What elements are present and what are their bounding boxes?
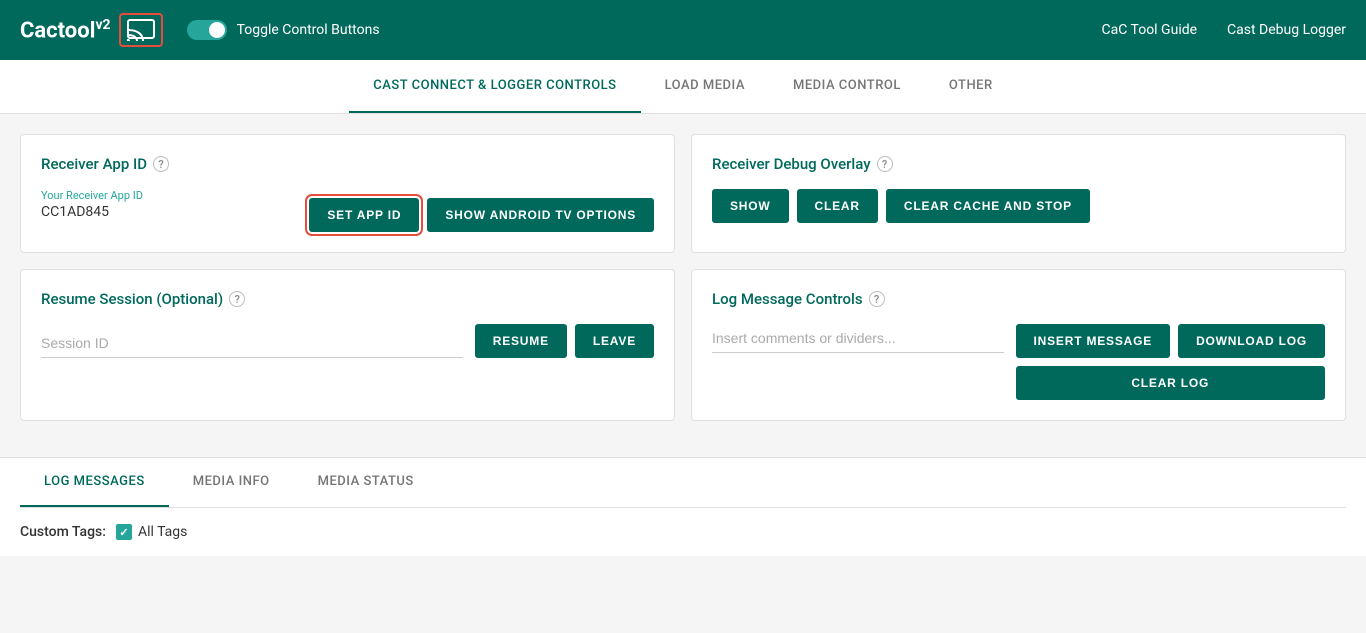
- receiver-app-input-label: Your Receiver App ID: [41, 189, 297, 202]
- insert-message-button[interactable]: INSERT MESSAGE: [1016, 324, 1171, 358]
- cast-debug-logger-link[interactable]: Cast Debug Logger: [1227, 22, 1346, 38]
- show-android-tv-button[interactable]: SHOW ANDROID TV OPTIONS: [427, 198, 654, 232]
- receiver-debug-title: Receiver Debug Overlay ?: [712, 155, 1325, 173]
- receiver-app-title: Receiver App ID ?: [41, 155, 654, 173]
- logo-text: Cactoolv2: [20, 17, 111, 43]
- resume-session-content: RESUME LEAVE: [41, 324, 654, 358]
- tab-media-status[interactable]: MEDIA STATUS: [294, 458, 438, 507]
- custom-tags-label: Custom Tags:: [20, 524, 106, 540]
- receiver-app-input-value: CC1AD845: [41, 204, 297, 220]
- app-header: Cactoolv2 Toggle Control Buttons CaC Too…: [0, 0, 1366, 60]
- cast-icon-box[interactable]: [119, 13, 163, 47]
- show-button[interactable]: SHOW: [712, 189, 789, 223]
- resume-session-title: Resume Session (Optional) ?: [41, 290, 654, 308]
- log-message-card: Log Message Controls ? INSERT MESSAGE DO…: [691, 269, 1346, 421]
- cac-tool-guide-link[interactable]: CaC Tool Guide: [1102, 22, 1198, 38]
- log-top-buttons: INSERT MESSAGE DOWNLOAD LOG: [1016, 324, 1325, 358]
- log-controls-row: INSERT MESSAGE DOWNLOAD LOG CLEAR LOG: [712, 324, 1325, 400]
- receiver-app-help-icon[interactable]: ?: [153, 156, 169, 172]
- log-message-help-icon[interactable]: ?: [869, 291, 885, 307]
- log-message-title: Log Message Controls ?: [712, 290, 1325, 308]
- bottom-section: LOG MESSAGES MEDIA INFO MEDIA STATUS Cus…: [0, 457, 1366, 556]
- clear-button[interactable]: CLEAR: [797, 189, 878, 223]
- tab-other[interactable]: OTHER: [925, 60, 1017, 113]
- log-input-section: [712, 324, 1004, 353]
- tab-media-control[interactable]: MEDIA CONTROL: [769, 60, 925, 113]
- tab-media-info[interactable]: MEDIA INFO: [169, 458, 294, 507]
- receiver-debug-buttons: SHOW CLEAR CLEAR CACHE AND STOP: [712, 189, 1325, 223]
- resume-session-help-icon[interactable]: ?: [229, 291, 245, 307]
- log-buttons-section: INSERT MESSAGE DOWNLOAD LOG CLEAR LOG: [1016, 324, 1325, 400]
- custom-tags-row: Custom Tags: All Tags: [20, 508, 1346, 556]
- toggle-switch[interactable]: [187, 20, 227, 40]
- log-comment-input[interactable]: [712, 324, 1004, 353]
- resume-session-card: Resume Session (Optional) ? RESUME LEAVE: [20, 269, 675, 421]
- session-id-input[interactable]: [41, 329, 463, 358]
- header-nav: CaC Tool Guide Cast Debug Logger: [1102, 22, 1347, 38]
- clear-cache-button[interactable]: CLEAR CACHE AND STOP: [886, 189, 1090, 223]
- bottom-cards-row: Resume Session (Optional) ? RESUME LEAVE…: [20, 269, 1346, 421]
- download-log-button[interactable]: DOWNLOAD LOG: [1178, 324, 1325, 358]
- logo-section: Cactoolv2: [20, 13, 163, 47]
- bottom-tabs: LOG MESSAGES MEDIA INFO MEDIA STATUS: [20, 458, 1346, 508]
- set-app-id-button[interactable]: SET APP ID: [309, 198, 419, 232]
- session-id-section: [41, 329, 463, 358]
- receiver-debug-card: Receiver Debug Overlay ? SHOW CLEAR CLEA…: [691, 134, 1346, 253]
- leave-button[interactable]: LEAVE: [575, 324, 654, 358]
- receiver-debug-help-icon[interactable]: ?: [877, 156, 893, 172]
- main-nav: CAST CONNECT & LOGGER CONTROLS LOAD MEDI…: [0, 60, 1366, 114]
- receiver-app-buttons: SET APP ID SHOW ANDROID TV OPTIONS: [309, 198, 654, 232]
- toggle-label: Toggle Control Buttons: [237, 22, 380, 38]
- toggle-section: Toggle Control Buttons: [187, 20, 380, 40]
- receiver-app-card: Receiver App ID ? Your Receiver App ID C…: [20, 134, 675, 253]
- resume-button[interactable]: RESUME: [475, 324, 567, 358]
- resume-buttons: RESUME LEAVE: [475, 324, 654, 358]
- tab-load-media[interactable]: LOAD MEDIA: [641, 60, 769, 113]
- top-cards-row: Receiver App ID ? Your Receiver App ID C…: [20, 134, 1346, 253]
- all-tags-label: All Tags: [138, 524, 187, 540]
- tab-cast-connect[interactable]: CAST CONNECT & LOGGER CONTROLS: [349, 60, 640, 113]
- tab-log-messages[interactable]: LOG MESSAGES: [20, 458, 169, 507]
- clear-log-button[interactable]: CLEAR LOG: [1016, 366, 1325, 400]
- cast-icon: [127, 19, 155, 41]
- main-content: Receiver App ID ? Your Receiver App ID C…: [0, 114, 1366, 457]
- all-tags-checkbox[interactable]: [116, 524, 132, 540]
- receiver-app-content: Your Receiver App ID CC1AD845 SET APP ID…: [41, 189, 654, 232]
- receiver-app-input-section: Your Receiver App ID CC1AD845: [41, 189, 297, 232]
- all-tags-checkbox-container[interactable]: All Tags: [116, 524, 187, 540]
